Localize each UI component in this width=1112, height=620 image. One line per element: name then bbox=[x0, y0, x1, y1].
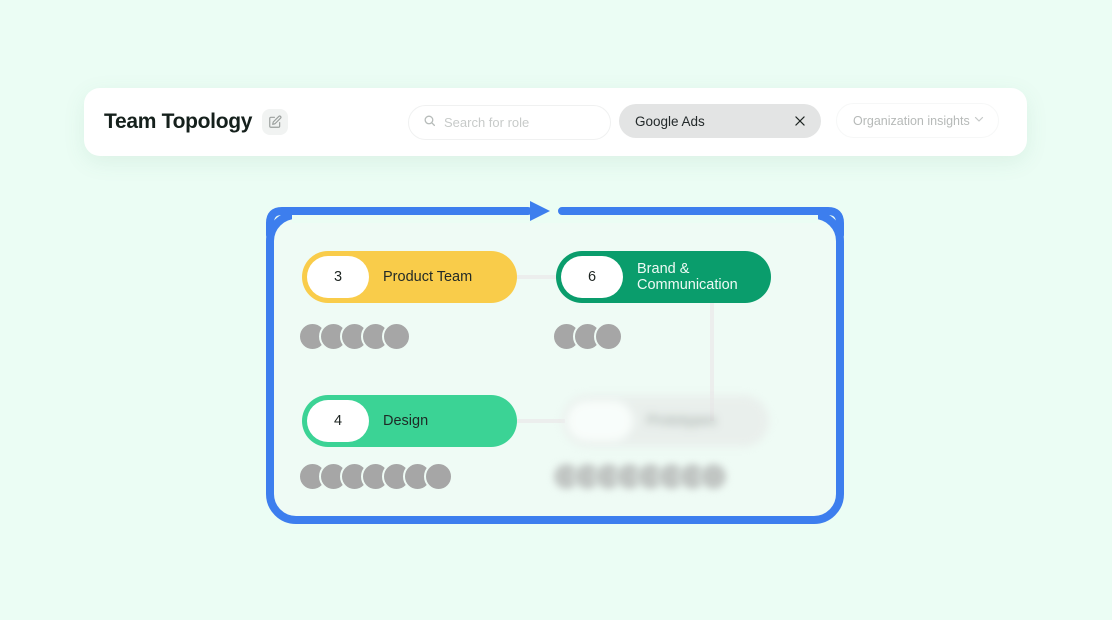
avatar bbox=[424, 462, 453, 491]
avatar bbox=[382, 322, 411, 351]
page-title: Team Topology bbox=[104, 110, 253, 133]
node-brand-communication[interactable]: 6 Brand & Communication bbox=[556, 251, 771, 303]
node-count-badge: 6 bbox=[561, 256, 623, 298]
diagram-canvas: 3 Product Team 6 Brand & Communication 4… bbox=[266, 211, 844, 524]
avatar-group-brand-communication[interactable] bbox=[552, 322, 623, 351]
node-count-badge: 4 bbox=[307, 400, 369, 442]
chevron-down-icon bbox=[973, 112, 985, 130]
organization-insights-dropdown[interactable]: Organization insights bbox=[836, 103, 999, 138]
title-group: Team Topology bbox=[104, 109, 289, 135]
avatar bbox=[699, 462, 728, 491]
avatar-group-design[interactable] bbox=[298, 462, 453, 491]
node-prototypes[interactable]: Prototypes bbox=[562, 395, 769, 447]
node-count-badge bbox=[567, 401, 633, 441]
connector-product-to-brand bbox=[517, 275, 559, 279]
dropdown-label: Organization insights bbox=[853, 113, 970, 128]
connector-design-to-prototypes bbox=[517, 419, 565, 423]
node-label: Prototypes bbox=[647, 412, 717, 429]
search-field-wrapper[interactable] bbox=[408, 105, 611, 140]
search-input[interactable] bbox=[444, 115, 596, 130]
close-icon[interactable] bbox=[793, 114, 807, 128]
avatar bbox=[594, 322, 623, 351]
node-label: Design bbox=[383, 412, 429, 429]
node-design[interactable]: 4 Design bbox=[302, 395, 517, 447]
top-toolbar: Team Topology Google bbox=[84, 88, 1027, 156]
edit-title-button[interactable] bbox=[262, 109, 289, 135]
app-root: Team Topology Google bbox=[0, 0, 1112, 620]
node-label: Product Team bbox=[383, 268, 473, 285]
node-count-badge: 3 bbox=[307, 256, 369, 298]
avatar-group-prototypes[interactable] bbox=[552, 462, 728, 491]
pencil-edit-icon bbox=[268, 115, 282, 129]
team-topology-diagram: 3 Product Team 6 Brand & Communication 4… bbox=[266, 201, 844, 524]
filter-chip-google-ads[interactable]: Google Ads bbox=[619, 104, 821, 138]
node-product-team[interactable]: 3 Product Team bbox=[302, 251, 517, 303]
node-label: Brand & Communication bbox=[637, 260, 738, 294]
filter-chip-label: Google Ads bbox=[635, 113, 705, 129]
avatar-group-product-team[interactable] bbox=[298, 322, 411, 351]
search-icon bbox=[423, 114, 436, 132]
